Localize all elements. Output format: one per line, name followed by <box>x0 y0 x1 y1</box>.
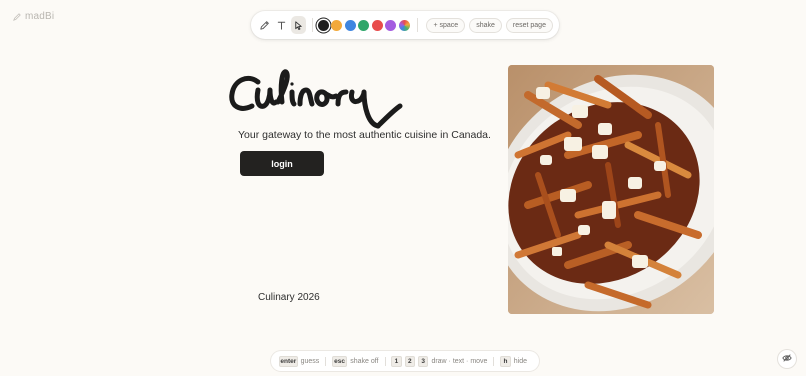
color-swatch-purple[interactable] <box>385 19 397 31</box>
text-tool-button[interactable] <box>274 16 289 34</box>
esc-hint: shake off <box>350 357 379 365</box>
poutine-photo <box>508 65 714 314</box>
modes-hint: draw · text · move <box>431 357 488 365</box>
color-swatch-blue[interactable] <box>344 19 356 31</box>
color-swatch-red[interactable] <box>371 19 383 31</box>
toolbar-divider <box>311 18 313 32</box>
eye-off-icon <box>782 350 792 368</box>
hint-divider <box>325 356 326 366</box>
color-palette <box>317 19 413 31</box>
toggle-visibility-button[interactable] <box>778 350 796 368</box>
cursor-icon <box>293 20 304 31</box>
color-swatch-orange[interactable] <box>331 19 343 31</box>
copyright-text: Culinary 2026 <box>258 292 320 303</box>
reset-page-button[interactable]: reset page <box>505 17 553 33</box>
key-3: 3 <box>418 355 429 367</box>
brand-name: madBi <box>25 11 55 22</box>
enter-hint: guess <box>300 357 320 365</box>
h-key: h <box>500 355 511 367</box>
hide-hint: hide <box>513 357 528 365</box>
color-swatch-green[interactable] <box>358 19 370 31</box>
culinary-logo <box>228 66 408 132</box>
login-button[interactable]: login <box>240 151 324 176</box>
toolbar-divider <box>416 18 418 32</box>
brand: madBi <box>13 11 54 22</box>
pencil-icon <box>259 20 270 31</box>
enter-key: enter <box>279 355 298 367</box>
text-icon <box>276 20 287 31</box>
pencil-icon <box>13 12 21 21</box>
pen-tool-button[interactable] <box>257 16 272 34</box>
select-tool-button[interactable] <box>290 16 306 34</box>
tagline: Your gateway to the most authentic cuisi… <box>238 129 491 141</box>
add-space-button[interactable]: + space <box>426 17 466 33</box>
hint-divider <box>384 356 386 366</box>
key-1: 1 <box>391 355 402 367</box>
shake-button[interactable]: shake <box>469 17 502 33</box>
drawing-toolbar: + space shake reset page <box>251 11 559 39</box>
esc-key: esc <box>331 355 348 367</box>
keyboard-hints-bar: enter guess esc shake off 1 2 3 draw · t… <box>271 351 539 371</box>
color-swatch-multicolor[interactable] <box>399 19 411 31</box>
color-swatch-black[interactable] <box>317 19 329 31</box>
key-2: 2 <box>404 355 416 367</box>
hint-divider <box>493 356 495 366</box>
